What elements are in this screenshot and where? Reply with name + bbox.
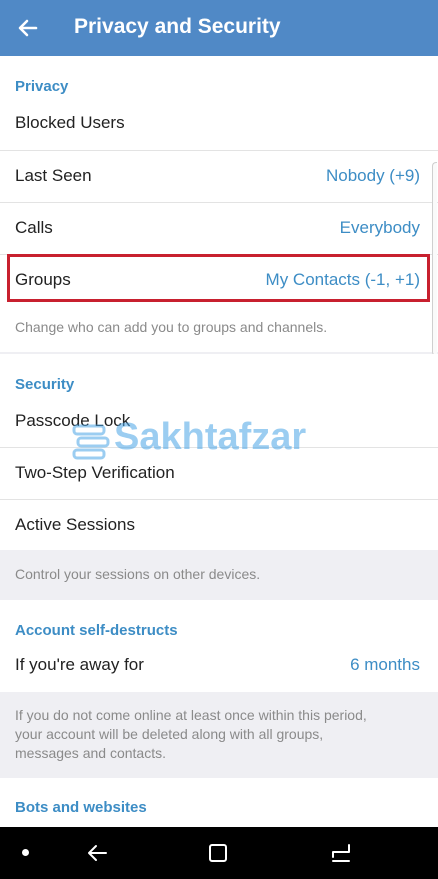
self-destruct-section: Account self-destructs If you're away fo…: [0, 600, 438, 692]
sessions-info-text: Control your sessions on other devices.: [15, 566, 261, 582]
blocked-users-row[interactable]: Blocked Users: [0, 98, 438, 150]
page-title: Privacy and Security: [74, 15, 281, 38]
away-for-value: 6 months: [350, 655, 420, 674]
privacy-header: Privacy: [15, 78, 69, 95]
security-header: Security: [15, 376, 75, 393]
nav-back-icon[interactable]: [86, 843, 108, 863]
scrollbar[interactable]: [432, 162, 437, 356]
two-step-label: Two-Step Verification: [15, 463, 175, 482]
watermark-logo-icon: [72, 424, 110, 460]
self-destruct-header: Account self-destructs: [15, 622, 178, 639]
self-destruct-info-line: your account will be deleted along with …: [15, 726, 324, 742]
self-destruct-info-text: If you do not come online at least once …: [15, 706, 430, 763]
bots-header: Bots and websites: [15, 799, 147, 816]
privacy-section: Privacy Blocked Users Last Seen Nobody (…: [0, 56, 438, 352]
nav-dot-icon: [22, 849, 29, 856]
self-destruct-info-line: messages and contacts.: [15, 745, 166, 761]
last-seen-label: Last Seen: [15, 166, 92, 185]
active-sessions-row[interactable]: Active Sessions: [0, 500, 438, 552]
calls-value: Everybody: [339, 218, 420, 237]
watermark-text: Sakhtafzar: [114, 416, 307, 458]
last-seen-value: Nobody (+9): [325, 166, 420, 185]
blocked-users-label: Blocked Users: [15, 113, 125, 132]
arrow-left-icon[interactable]: [14, 14, 42, 42]
calls-label: Calls: [15, 218, 53, 237]
bots-section: Bots and websites: [0, 778, 438, 827]
self-destruct-info-line: If you do not come online at least once …: [15, 707, 367, 723]
away-for-label: If you're away for: [15, 655, 144, 674]
app-bar: Privacy and Security: [0, 0, 438, 56]
nav-recent-icon[interactable]: [330, 843, 352, 863]
groups-highlight-box: [7, 254, 430, 302]
calls-row[interactable]: Calls Everybody: [0, 203, 438, 255]
active-sessions-label: Active Sessions: [15, 515, 135, 534]
groups-info-text: Change who can add you to groups and cha…: [15, 319, 328, 335]
nav-home-icon[interactable]: [208, 843, 228, 863]
last-seen-row[interactable]: Last Seen Nobody (+9): [0, 151, 438, 203]
system-navigation-bar: [0, 827, 438, 879]
away-for-row[interactable]: If you're away for 6 months: [0, 640, 438, 692]
